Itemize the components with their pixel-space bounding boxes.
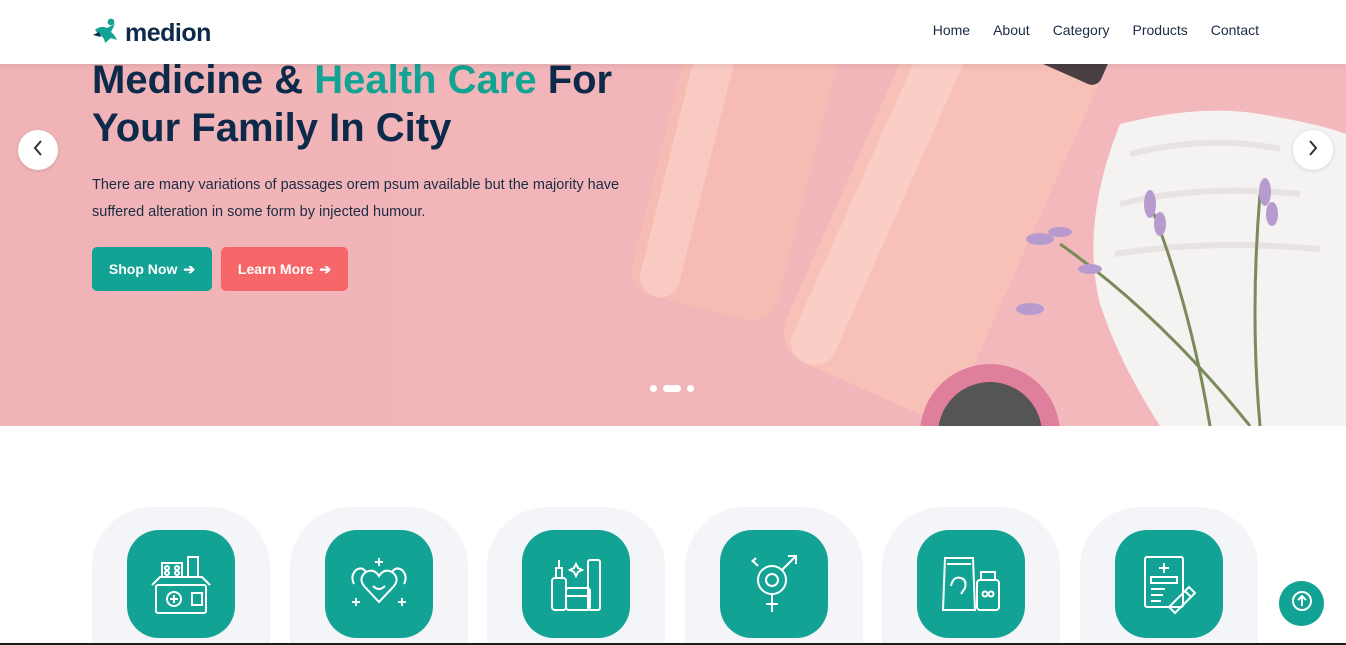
hero-title-part2: For [536, 64, 613, 102]
slider-dot-3[interactable] [687, 385, 694, 392]
nav-contact[interactable]: Contact [1211, 22, 1259, 38]
arrow-up-icon [1291, 590, 1313, 617]
chevron-right-icon [1307, 139, 1319, 162]
medion-logo-icon [91, 17, 121, 50]
nav-home[interactable]: Home [933, 22, 970, 38]
main-nav: Home About Category Products Contact [933, 22, 1259, 38]
slider-dot-2[interactable] [663, 385, 681, 392]
hero-title: Medicine & Health Care For Your Family I… [92, 64, 612, 152]
slider-dot-1[interactable] [650, 385, 657, 392]
slider-dots [650, 385, 694, 392]
hero-slider: Medicine & Health Care For Your Family I… [0, 64, 1346, 426]
hero-product-image [632, 64, 1346, 426]
site-header: medion Home About Category Products Cont… [0, 0, 1346, 64]
slider-prev-button[interactable] [18, 130, 58, 170]
shop-now-label: Shop Now [108, 261, 178, 277]
nav-category[interactable]: Category [1053, 22, 1110, 38]
arrow-right-icon: ➔ [319, 260, 332, 277]
healthy-heart-icon [325, 530, 433, 638]
nav-about[interactable]: About [993, 22, 1030, 38]
page: medion Home About Category Products Cont… [0, 0, 1346, 645]
arrow-right-icon: ➔ [183, 260, 196, 277]
shop-now-button[interactable]: Shop Now ➔ [92, 247, 212, 291]
hero-title-line2: Your Family In City [92, 106, 452, 150]
gender-symbols-icon [720, 530, 828, 638]
chevron-left-icon [32, 139, 44, 162]
nav-products[interactable]: Products [1133, 22, 1188, 38]
medicine-box-icon [127, 530, 235, 638]
hero-title-accent: Health Care [314, 64, 537, 102]
skincare-products-icon [522, 530, 630, 638]
logo[interactable]: medion [91, 17, 211, 50]
brand-name: medion [125, 19, 211, 47]
category-card[interactable] [92, 507, 270, 645]
learn-more-button[interactable]: Learn More ➔ [221, 247, 348, 291]
scroll-to-top-button[interactable] [1279, 581, 1324, 626]
category-card[interactable] [1080, 507, 1258, 645]
prescription-icon [1115, 530, 1223, 638]
category-section [92, 507, 1258, 645]
slider-next-button[interactable] [1293, 130, 1333, 170]
learn-more-label: Learn More [237, 261, 314, 277]
hero-description: There are many variations of passages or… [92, 177, 620, 220]
category-card[interactable] [487, 507, 665, 645]
category-card[interactable] [882, 507, 1060, 645]
hero-title-part1: Medicine & [92, 64, 315, 102]
category-card[interactable] [685, 507, 863, 645]
supplements-icon [917, 530, 1025, 638]
category-card[interactable] [290, 507, 468, 645]
